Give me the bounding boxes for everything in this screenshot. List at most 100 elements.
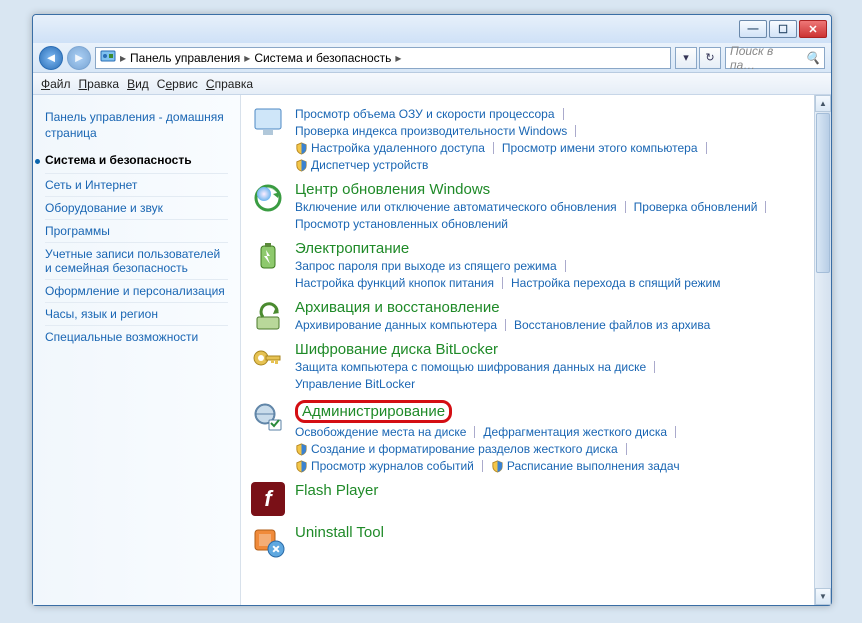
nav-forward-button[interactable]: ► [67,46,91,70]
link-group: Просмотр объема ОЗУ и скорости процессор… [295,106,821,122]
category-uninstall: Uninstall Tool [251,518,821,560]
category-title-flash[interactable]: Flash Player [295,482,821,499]
link-event-logs[interactable]: Просмотр журналов событий [295,458,474,474]
flash-icon: f [251,482,285,516]
link-remote-access[interactable]: Настройка удаленного доступа [295,140,485,156]
administration-icon [251,400,285,434]
link-bitlocker-protect[interactable]: Защита компьютера с помощью шифрования д… [295,359,646,375]
link-group: Проверка индекса производительности Wind… [295,123,821,139]
bitlocker-icon [251,341,285,375]
address-field[interactable]: ▸ Панель управления ▸ Система и безопасн… [95,47,671,69]
category-body: Шифрование диска BitLocker Защита компью… [295,341,821,392]
link-device-manager[interactable]: Диспетчер устройств [295,157,428,173]
search-input[interactable]: Поиск в па… 🔍 [725,47,825,69]
category-title-administration[interactable]: Администрирование [302,403,445,420]
link-group: Диспетчер устройств [295,157,821,173]
sidebar-item-appearance[interactable]: Оформление и персонализация [45,279,228,302]
link-sleep-settings[interactable]: Настройка перехода в спящий режим [511,275,720,291]
category-system-partial: Просмотр объема ОЗУ и скорости процессор… [251,99,821,175]
close-button[interactable]: ✕ [799,20,827,38]
link-installed-updates[interactable]: Просмотр установленных обновлений [295,216,508,232]
link-group: Настройка удаленного доступа Просмотр им… [295,140,821,156]
scroll-down-button[interactable]: ▼ [815,588,831,605]
link-power-buttons[interactable]: Настройка функций кнопок питания [295,275,494,291]
link-task-schedule[interactable]: Расписание выполнения задач [491,458,680,474]
breadcrumb-system-security[interactable]: Система и безопасность [254,51,391,65]
address-bar: ◄ ► ▸ Панель управления ▸ Система и безо… [33,43,831,73]
category-body: Электропитание Запрос пароля при выходе … [295,240,821,291]
breadcrumb-separator: ▸ [120,51,126,65]
link-group: Настройка функций кнопок питания Настрой… [295,275,821,291]
shield-icon [295,460,308,473]
category-flash: f Flash Player [251,476,821,518]
link-defrag[interactable]: Дефрагментация жесткого диска [483,424,667,440]
link-group: Просмотр установленных обновлений [295,216,821,232]
category-administration: Администрирование Освобождение места на … [251,394,821,476]
minimize-button[interactable]: — [739,20,767,38]
sidebar-item-clock[interactable]: Часы, язык и регион [45,302,228,325]
link-free-space[interactable]: Освобождение места на диске [295,424,466,440]
menu-file[interactable]: Файл [41,77,71,91]
link-divider [505,319,506,331]
control-panel-window: — ☐ ✕ ◄ ► ▸ Панель управления ▸ Система … [32,14,832,606]
link-divider [482,460,483,472]
sidebar-home-link[interactable]: Панель управления - домашняя страница [45,109,228,141]
sidebar-item-accounts[interactable]: Учетные записи пользователей и семейная … [45,242,228,279]
link-divider [626,443,627,455]
scroll-thumb[interactable] [816,113,830,273]
content-area: Панель управления - домашняя страница Си… [33,95,831,605]
link-divider [625,201,626,213]
link-check-updates[interactable]: Проверка обновлений [634,199,758,215]
link-bitlocker-manage[interactable]: Управление BitLocker [295,376,415,392]
link-divider [654,361,655,373]
link-auto-update[interactable]: Включение или отключение автоматического… [295,199,617,215]
maximize-button[interactable]: ☐ [769,20,797,38]
shield-icon [295,159,308,172]
breadcrumb-separator: ▸ [395,51,401,65]
link-group: Освобождение места на диске Дефрагментац… [295,424,821,440]
category-title-update[interactable]: Центр обновления Windows [295,181,821,198]
window-titlebar: — ☐ ✕ [33,15,831,43]
link-group: Просмотр журналов событий Расписание вып… [295,458,821,474]
link-divider [474,426,475,438]
breadcrumb-control-panel[interactable]: Панель управления [130,51,240,65]
scroll-up-button[interactable]: ▲ [815,95,831,112]
category-title-bitlocker[interactable]: Шифрование диска BitLocker [295,341,821,358]
link-divider [502,277,503,289]
link-group: Управление BitLocker [295,376,821,392]
menu-edit[interactable]: Правка [79,77,120,91]
menu-view[interactable]: Вид [127,77,149,91]
sidebar-item-network[interactable]: Сеть и Интернет [45,173,228,196]
category-title-backup[interactable]: Архивация и восстановление [295,299,821,316]
main-panel: Просмотр объема ОЗУ и скорости процессор… [241,95,831,605]
category-body: Архивация и восстановление Архивирование… [295,299,821,333]
link-password-wake[interactable]: Запрос пароля при выходе из спящего режи… [295,258,557,274]
vertical-scrollbar[interactable]: ▲ ▼ [814,95,831,605]
system-icon [251,105,285,139]
address-right-controls: ▾ ↻ [675,47,721,69]
link-computer-name[interactable]: Просмотр имени этого компьютера [502,140,698,156]
category-title-power[interactable]: Электропитание [295,240,821,257]
link-divider [575,125,576,137]
link-perf-index[interactable]: Проверка индекса производительности Wind… [295,123,567,139]
category-backup: Архивация и восстановление Архивирование… [251,293,821,335]
category-title-uninstall[interactable]: Uninstall Tool [295,524,821,541]
link-ram-cpu[interactable]: Просмотр объема ОЗУ и скорости процессор… [295,106,555,122]
link-partitions[interactable]: Создание и форматирование разделов жестк… [295,441,618,457]
menu-tools[interactable]: Сервис [157,77,198,91]
link-divider [493,142,494,154]
sidebar-item-hardware[interactable]: Оборудование и звук [45,196,228,219]
link-restore-files[interactable]: Восстановление файлов из архива [514,317,710,333]
address-dropdown-button[interactable]: ▾ [675,47,697,69]
link-backup-data[interactable]: Архивирование данных компьютера [295,317,497,333]
backup-icon [251,299,285,333]
link-group: Создание и форматирование разделов жестк… [295,441,821,457]
category-body: Uninstall Tool [295,524,821,541]
sidebar-item-accessibility[interactable]: Специальные возможности [45,325,228,348]
refresh-button[interactable]: ↻ [699,47,721,69]
uninstall-icon [251,524,285,558]
nav-back-button[interactable]: ◄ [39,46,63,70]
sidebar-item-programs[interactable]: Программы [45,219,228,242]
category-body: Flash Player [295,482,821,499]
menu-help[interactable]: Справка [206,77,253,91]
